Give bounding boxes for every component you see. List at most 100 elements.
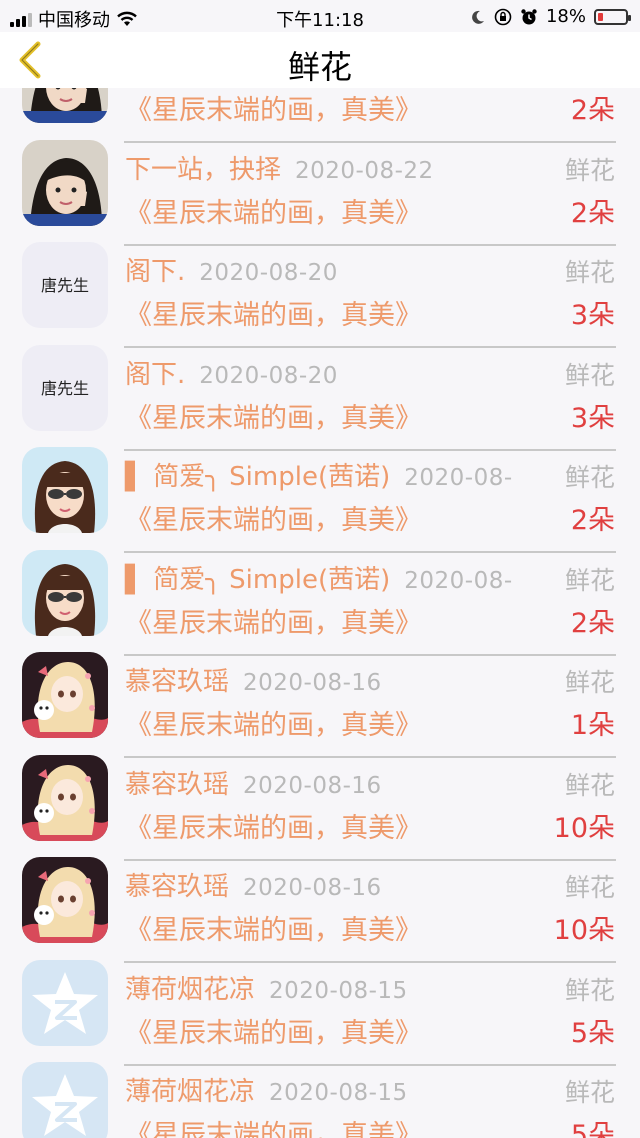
gift-record-row[interactable]: ▌ 简爱╮ Simple(茜诺) 2020-08- 鲜花 《星辰末端的画，真美》 … (0, 430, 640, 553)
gift-count: 2朵 (570, 197, 615, 229)
sender-name[interactable]: 慕容玖瑶 (125, 770, 229, 800)
sender-line: 薄荷烟花凉 2020-08-15 (125, 1071, 615, 1111)
avatar-anime-girl (22, 652, 108, 738)
gift-type: 鲜花 (564, 668, 615, 697)
gift-record-row[interactable]: ▌ 简爱╮ Simple(茜诺) 2020-08- 鲜花 《星辰末端的画，真美》 … (0, 533, 640, 656)
avatar[interactable] (22, 754, 108, 841)
avatar[interactable] (22, 857, 108, 943)
gift-type: 鲜花 (564, 463, 615, 492)
sender-line: 阁下. 2020-08-20 (125, 251, 615, 291)
gift-record-row[interactable]: 慕容玖瑶 2020-08-16 鲜花 《星辰末端的画，真美》 1朵 (0, 635, 640, 758)
gift-date: 2020-08-16 (243, 772, 382, 799)
gift-message: 《星辰末端的画，真美》 (125, 1120, 422, 1138)
sender-name[interactable]: 慕容玖瑶 (125, 667, 229, 697)
gift-record-row[interactable]: 薄荷烟花凉 2020-08-15 鲜花 《星辰末端的画，真美》 5朵 (0, 1045, 640, 1138)
sender-line: 下一站，抉择 2020-08-22 (125, 149, 615, 189)
gift-message: 《星辰末端的画，真美》 (125, 1017, 422, 1049)
avatar-text: 唐先生 (40, 276, 89, 295)
gift-date: 2020-08-20 (199, 362, 338, 389)
avatar[interactable]: 唐先生 (22, 344, 108, 431)
gift-type: 鲜花 (564, 975, 615, 1005)
gift-type: 鲜花 (564, 155, 615, 185)
gift-record-row[interactable]: 《星辰末端的画，真美》 2朵 (0, 88, 640, 143)
gift-count: 1朵 (570, 710, 615, 741)
gift-message: 《星辰末端的画，真美》 (125, 300, 422, 331)
gift-type: 鲜花 (564, 873, 615, 902)
sender-name[interactable]: 薄荷烟花凉 (125, 975, 255, 1005)
gift-record-row[interactable]: 薄荷烟花凉 2020-08-15 鲜花 《星辰末端的画，真美》 5朵 (0, 943, 640, 1066)
gift-message: 《星辰末端的画，真美》 (125, 95, 422, 126)
gift-count: 2朵 (570, 95, 615, 126)
gift-record-row[interactable]: 慕容玖瑶 2020-08-16 鲜花 《星辰末端的画，真美》 10朵 (0, 738, 640, 861)
avatar[interactable] (22, 549, 108, 636)
sender-name[interactable]: 薄荷烟花凉 (125, 1077, 255, 1107)
navigation-bar: 鲜花 (0, 32, 640, 88)
gift-message: 《星辰末端的画，真美》 (125, 915, 422, 946)
gift-date: 2020-08-15 (269, 1080, 408, 1106)
gift-type: 鲜花 (564, 360, 615, 390)
avatar[interactable] (22, 447, 108, 533)
sender-line: 慕容玖瑶 2020-08-16 (125, 866, 615, 906)
avatar[interactable] (22, 1062, 108, 1138)
status-bar: 中国移动 下午11:18 18% (0, 0, 640, 32)
avatar-cartoon-girl (22, 447, 108, 533)
avatar-girl-photo (22, 139, 108, 226)
avatar[interactable] (22, 959, 108, 1046)
gift-record-row[interactable]: 唐先生 阁下. 2020-08-20 鲜花 《星辰末端的画，真美》 3朵 (0, 328, 640, 451)
gift-message: 《星辰末端的画，真美》 (125, 607, 422, 639)
gift-message: 《星辰末端的画，真美》 (125, 505, 422, 536)
gift-date: 2020-08- (404, 567, 513, 594)
battery-level (598, 12, 603, 21)
gift-count: 10朵 (553, 915, 615, 946)
sender-line: 慕容玖瑶 2020-08-16 (125, 661, 615, 701)
gift-date: 2020-08-22 (295, 157, 434, 184)
gift-record-list-inner: 《星辰末端的画，真美》 2朵 下一站，抉择 2020-08-22 鲜花 《星辰末端… (0, 88, 640, 1138)
sender-name[interactable]: 阁下. (125, 360, 185, 390)
moon-icon (472, 10, 484, 24)
avatar[interactable] (22, 139, 108, 226)
gift-date: 2020-08- (404, 465, 513, 491)
sender-name[interactable]: ▌ 简爱╮ Simple(茜诺) (125, 565, 390, 595)
gift-record-list[interactable]: 《星辰末端的画，真美》 2朵 下一站，抉择 2020-08-22 鲜花 《星辰末端… (0, 88, 640, 1138)
sender-name[interactable]: 下一站，抉择 (125, 155, 281, 185)
battery-percent: 18% (545, 6, 586, 27)
alarm-icon (521, 8, 537, 24)
sender-name[interactable]: 慕容玖瑶 (125, 872, 229, 902)
avatar[interactable]: 唐先生 (22, 242, 108, 328)
avatar-cartoon-girl (22, 549, 108, 636)
avatar-girl-photo (22, 88, 108, 123)
gift-count: 2朵 (570, 505, 615, 536)
gift-date: 2020-08-20 (199, 260, 338, 286)
page-title: 鲜花 (287, 48, 352, 86)
gift-count: 2朵 (570, 607, 615, 639)
gift-count: 5朵 (570, 1017, 615, 1049)
gift-record-row[interactable]: 唐先生 阁下. 2020-08-20 鲜花 《星辰末端的画，真美》 3朵 (0, 225, 640, 348)
status-right: 18% (470, 6, 631, 27)
avatar-qzone-star (22, 1062, 108, 1138)
gift-date: 2020-08-16 (243, 875, 382, 901)
gift-record-row[interactable]: 下一站，抉择 2020-08-22 鲜花 《星辰末端的画，真美》 2朵 (0, 123, 640, 246)
gift-record-row[interactable]: 慕容玖瑶 2020-08-16 鲜花 《星辰末端的画，真美》 10朵 (0, 840, 640, 963)
sender-line: ▌ 简爱╮ Simple(茜诺) 2020-08- (125, 559, 615, 599)
gift-type: 鲜花 (564, 1078, 615, 1107)
avatar[interactable] (22, 652, 108, 738)
gift-count: 10朵 (553, 812, 615, 844)
gift-count: 3朵 (570, 402, 615, 434)
rotation-lock-icon (494, 8, 512, 25)
sender-name[interactable]: 阁下. (125, 257, 185, 287)
gift-message: 《星辰末端的画，真美》 (125, 710, 422, 741)
sender-name[interactable]: ▌ 简爱╮ Simple(茜诺) (125, 462, 390, 492)
gift-type: 鲜花 (564, 565, 615, 595)
avatar-anime-girl (22, 857, 108, 943)
avatar-qzone-star (22, 959, 108, 1046)
gift-count: 5朵 (570, 1120, 615, 1138)
gift-message: 《星辰末端的画，真美》 (125, 402, 422, 434)
avatar[interactable] (22, 88, 108, 123)
gift-message: 《星辰末端的画，真美》 (125, 197, 422, 229)
gift-date: 2020-08-16 (243, 670, 382, 696)
gift-type: 鲜花 (564, 258, 615, 287)
battery-icon (594, 8, 631, 25)
avatar-text: 唐先生 (40, 378, 89, 398)
gift-type: 鲜花 (564, 770, 615, 800)
gift-date: 2020-08-15 (269, 977, 408, 1004)
